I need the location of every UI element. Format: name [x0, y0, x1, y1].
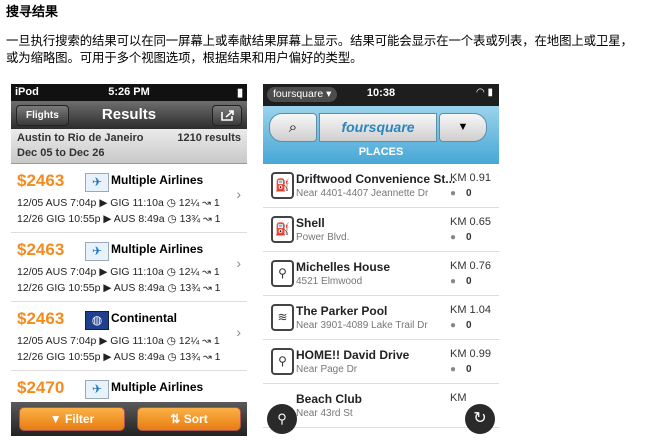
person-icon: ●	[450, 276, 457, 287]
status-time: 5:26 PM	[108, 86, 150, 98]
place-list-item[interactable]: ⛽ Shell Power Blvd. KM 0.65 ● 0	[263, 208, 499, 252]
flight-results-screenshot: iPod 5:26 PM ▮ Flights Results Austin to…	[11, 84, 247, 436]
chevron-right-icon: ›	[236, 255, 241, 271]
place-name: Michelles House	[296, 260, 391, 274]
app-header: ⌕ foursquare ▼ PLACES	[263, 106, 499, 164]
map-pin-button[interactable]: ⚲	[267, 404, 297, 434]
flight-result-row[interactable]: $2463 ✈ Multiple Airlines 12/05 AUS 7:04…	[11, 164, 247, 233]
map-pin-icon: ⚲	[277, 411, 287, 426]
intro-paragraph: 一旦执行搜索的结果可以在同一屏幕上或奉献结果屏幕上显示。结果可能会显示在一个表或…	[6, 33, 633, 65]
outbound-segment: 12/05 AUS 7:04p ▶ GIG 11:10a ◷ 12¼ ↝ 1	[17, 335, 220, 347]
people-count: ● 0	[450, 232, 472, 243]
airline-name: Multiple Airlines	[111, 242, 204, 256]
distance: KM 0.99	[450, 348, 491, 360]
people-count: ● 0	[450, 188, 472, 199]
person-icon: ●	[450, 320, 457, 331]
airline-name: Continental	[111, 311, 177, 325]
sort-button[interactable]: ⇅ Sort	[137, 407, 241, 431]
place-list-item[interactable]: ⚲ Michelles House 4521 Elmwood KM 0.76 ●…	[263, 252, 499, 296]
place-address: Near 3901-4089 Lake Trail Dr	[296, 320, 428, 331]
places-list-screenshot: foursquare ▾ 10:38 ◠ ▮ ⌕ foursquare ▼ PL…	[263, 84, 499, 436]
gas-station-icon: ⛽	[271, 216, 294, 243]
sort-arrows-icon: ⇅	[170, 412, 184, 426]
return-segment: 12/26 GIG 10:55p ▶ AUS 8:49a ◷ 13¾ ↝ 1	[17, 351, 221, 363]
airline-plane-icon: ✈	[85, 173, 109, 192]
filter-button[interactable]: ▼ Filter	[19, 407, 125, 431]
person-icon: ●	[450, 232, 457, 243]
date-range-label: Dec 05 to Dec 26	[17, 147, 105, 159]
status-time: 10:38	[366, 87, 396, 99]
wifi-battery-icon: ◠ ▮	[475, 87, 493, 98]
place-address: Power Blvd.	[296, 232, 350, 243]
menu-button[interactable]: ▼	[439, 113, 487, 142]
person-icon: ●	[450, 188, 457, 199]
result-count: 1210 results	[177, 132, 241, 144]
section-title: PLACES	[358, 146, 404, 158]
outbound-segment: 12/05 AUS 7:04p ▶ GIG 11:10a ◷ 12¼ ↝ 1	[17, 266, 220, 278]
place-name: Driftwood Convenience St...	[296, 172, 456, 186]
distance: KM	[450, 392, 467, 404]
search-icon: ⌕	[288, 119, 298, 136]
place-address: Near 4401-4407 Jeannette Dr	[296, 188, 429, 199]
flight-result-row[interactable]: $2463 ◍ Continental 12/05 AUS 7:04p ▶ GI…	[11, 302, 247, 371]
place-address: Near Page Dr	[296, 364, 358, 375]
filter-label: Filter	[64, 412, 95, 426]
return-segment: 12/26 GIG 10:55p ▶ AUS 8:49a ◷ 13¾ ↝ 1	[17, 282, 221, 294]
person-icon: ●	[450, 364, 457, 375]
airline-plane-icon: ✈	[85, 242, 109, 261]
flight-result-row[interactable]: $2463 ✈ Multiple Airlines 12/05 AUS 7:04…	[11, 233, 247, 302]
airline-plane-icon: ✈	[85, 380, 109, 399]
route-label: Austin to Rio de Janeiro	[17, 132, 144, 144]
distance: KM 0.91	[450, 172, 491, 184]
foursquare-logo: foursquare	[319, 113, 437, 142]
pool-icon: ≋	[271, 304, 294, 331]
place-list-item[interactable]: ⚲ HOME!! David Drive Near Page Dr KM 0.9…	[263, 340, 499, 384]
price: $2470	[17, 378, 65, 397]
place-name: The Parker Pool	[296, 304, 388, 318]
continental-globe-icon: ◍	[85, 311, 109, 330]
triangle-down-icon: ▼	[457, 121, 469, 133]
map-pin-icon: ⚲	[271, 348, 294, 375]
battery-icon: ▮	[236, 87, 243, 99]
share-icon	[221, 110, 234, 121]
airline-name: Multiple Airlines	[111, 173, 204, 187]
funnel-icon: ▼	[49, 412, 65, 426]
page-title: 搜寻结果	[6, 5, 59, 20]
place-name: Shell	[296, 216, 325, 230]
share-button[interactable]	[212, 105, 242, 126]
price: $2463	[17, 171, 65, 190]
price: $2463	[17, 309, 65, 328]
status-bar: foursquare ▾ 10:38 ◠ ▮	[263, 84, 499, 106]
refresh-icon: ↻	[473, 410, 487, 427]
chevron-right-icon: ›	[236, 324, 241, 340]
refresh-button[interactable]: ↻	[465, 404, 495, 434]
airline-name: Multiple Airlines	[111, 380, 204, 394]
people-count: ● 0	[450, 364, 472, 375]
place-name: HOME!! David Drive	[296, 348, 410, 362]
place-address: 4521 Elmwood	[296, 276, 363, 287]
status-bar: iPod 5:26 PM ▮	[11, 84, 247, 101]
bottom-toolbar: ▼ Filter ⇅ Sort	[11, 402, 247, 436]
place-list-item[interactable]: Beach Club Near 43rd St KM	[263, 384, 499, 428]
gas-station-icon: ⛽	[271, 172, 294, 199]
chevron-right-icon: ›	[236, 186, 241, 202]
nav-bar: Flights Results	[11, 101, 247, 129]
search-button[interactable]: ⌕	[269, 113, 317, 142]
people-count: ● 0	[450, 276, 472, 287]
route-summary: Austin to Rio de Janeiro Dec 05 to Dec 2…	[11, 129, 247, 164]
place-address: Near 43rd St	[296, 408, 353, 419]
distance: KM 0.76	[450, 260, 491, 272]
distance: KM 0.65	[450, 216, 491, 228]
map-pin-icon: ⚲	[271, 260, 294, 287]
people-count: ● 0	[450, 320, 472, 331]
distance: KM 1.04	[450, 304, 491, 316]
price: $2463	[17, 240, 65, 259]
place-list-item[interactable]: ≋ The Parker Pool Near 3901-4089 Lake Tr…	[263, 296, 499, 340]
place-list-item[interactable]: ⛽ Driftwood Convenience St... Near 4401-…	[263, 164, 499, 208]
return-segment: 12/26 GIG 10:55p ▶ AUS 8:49a ◷ 13¾ ↝ 1	[17, 213, 221, 225]
outbound-segment: 12/05 AUS 7:04p ▶ GIG 11:10a ◷ 12¼ ↝ 1	[17, 197, 220, 209]
sort-label: Sort	[183, 412, 208, 426]
place-name: Beach Club	[296, 392, 363, 406]
